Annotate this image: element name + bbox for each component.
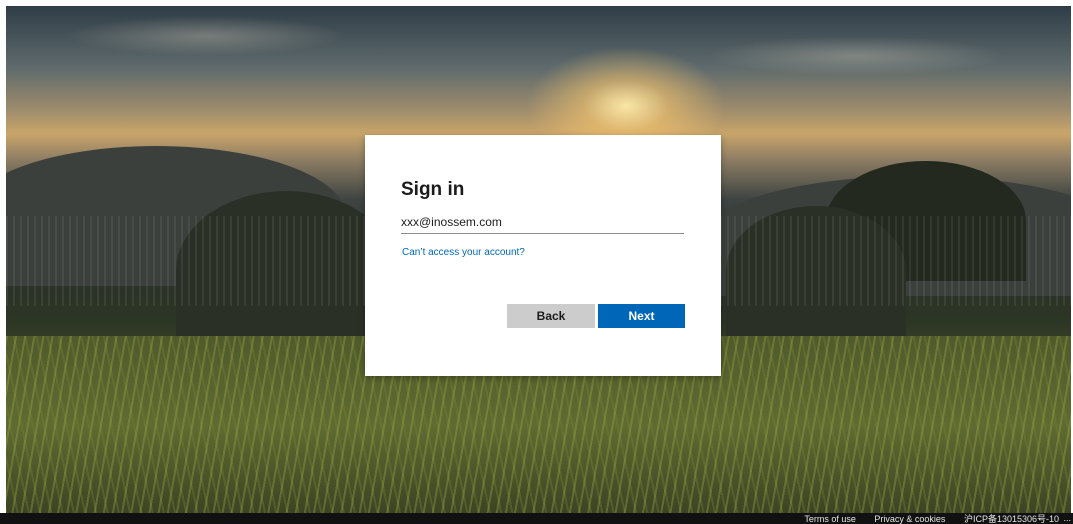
privacy-cookies-link[interactable]: Privacy & cookies [874, 514, 945, 524]
footer-bar: Terms of use Privacy & cookies 沪ICP备1301… [0, 513, 1073, 524]
email-field[interactable] [401, 211, 684, 234]
next-button[interactable]: Next [598, 304, 685, 328]
icp-registration-link[interactable]: 沪ICP备13015306号-10 [964, 514, 1059, 524]
sign-in-dialog: Sign in Can’t access your account? Back … [365, 135, 721, 376]
more-options-icon[interactable]: ... [1063, 513, 1071, 523]
background-cloud [706, 36, 1006, 76]
background-cloud [66, 16, 346, 56]
footer-links: Terms of use Privacy & cookies 沪ICP备1301… [788, 514, 1059, 524]
sign-in-title: Sign in [401, 179, 465, 200]
cant-access-account-link[interactable]: Can’t access your account? [402, 247, 525, 258]
terms-of-use-link[interactable]: Terms of use [804, 514, 856, 524]
back-button[interactable]: Back [507, 304, 595, 328]
